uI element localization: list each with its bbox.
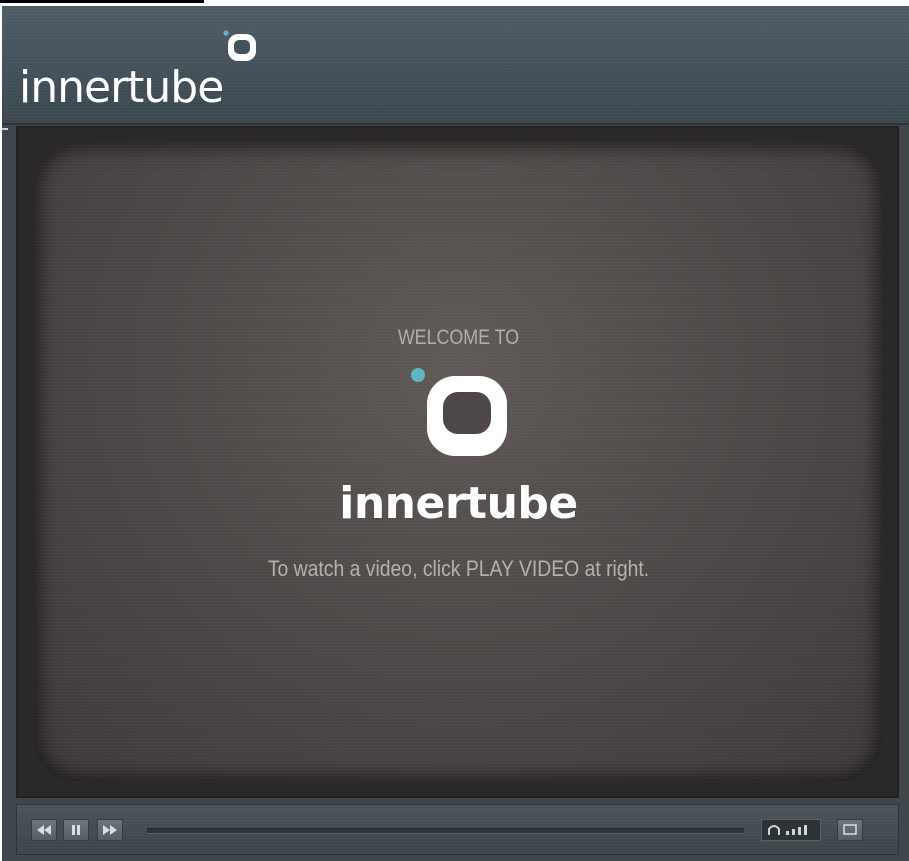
fast-forward-button[interactable] [97,819,123,841]
page: innertube WELCOME TO innertube To watch … [0,0,909,861]
innertube-tv-icon [223,30,256,61]
fullscreen-button[interactable] [837,819,863,841]
player-header: innertube [2,6,909,125]
pause-icon [72,825,80,835]
header-brand-name: innertube [19,62,224,113]
top-rule [0,0,204,3]
fast-forward-icon [103,825,117,835]
header-logo[interactable]: innertube [16,28,266,113]
rewind-button[interactable] [31,819,57,841]
screen-frame: WELCOME TO innertube To watch a video, c… [16,126,899,798]
volume-icon [768,825,807,835]
rewind-icon [37,825,51,835]
pause-button[interactable] [63,819,89,841]
welcome-text: WELCOME TO [397,326,520,349]
instruction-text: To watch a video, click PLAY VIDEO at ri… [267,556,650,581]
volume-control[interactable] [761,819,821,841]
video-player: innertube WELCOME TO innertube To watch … [2,6,909,861]
left-edge-marker [2,128,8,130]
innertube-tv-icon [411,368,507,456]
fullscreen-icon [843,824,857,835]
center-brand-name: innertube [339,478,578,529]
progress-bar[interactable] [147,828,744,834]
video-screen[interactable]: WELCOME TO innertube To watch a video, c… [34,142,883,782]
control-bar [16,804,899,855]
